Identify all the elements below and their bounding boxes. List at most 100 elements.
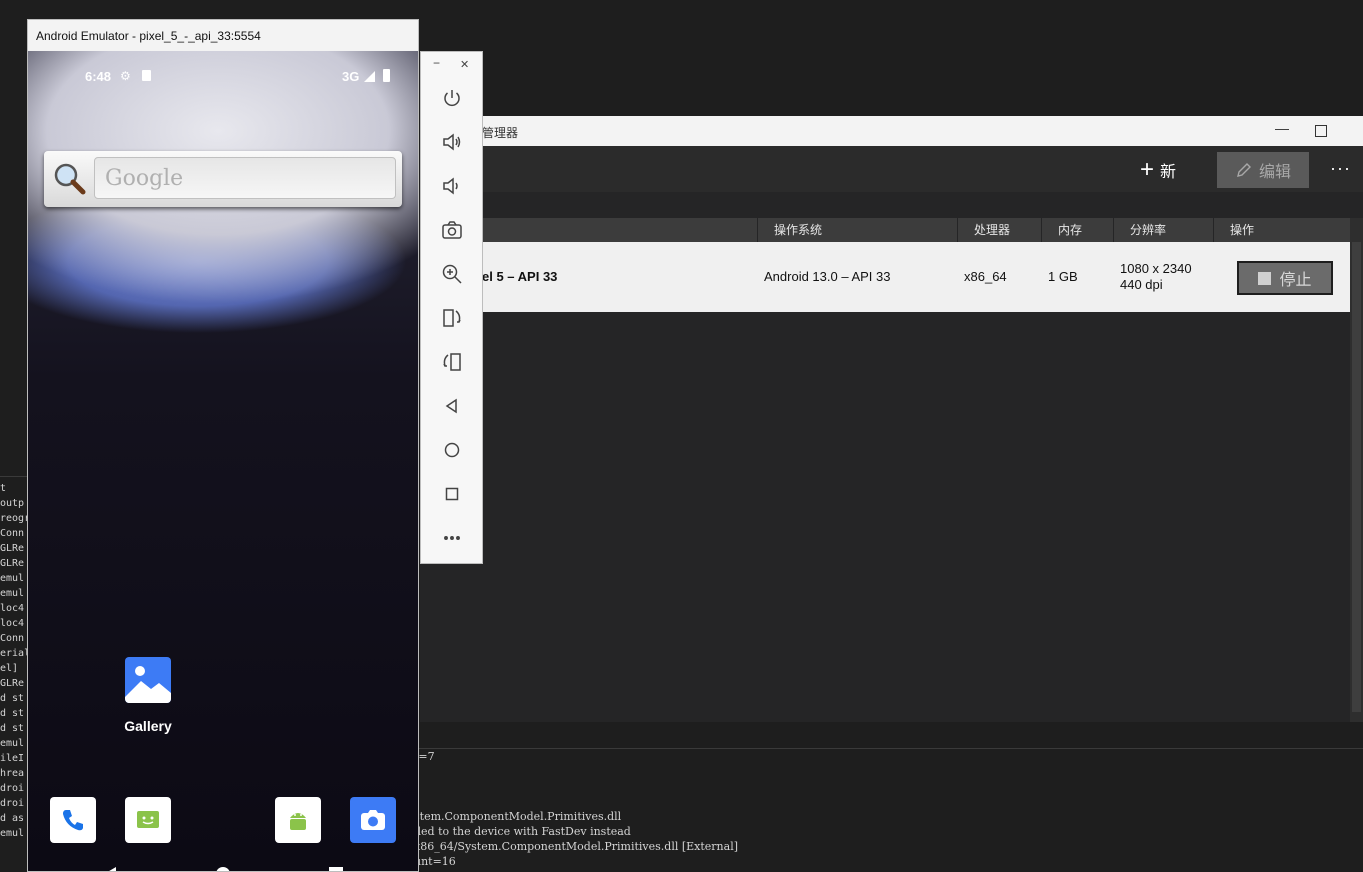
- output-line: emul: [0, 738, 25, 749]
- volume-down-button[interactable]: [437, 171, 467, 201]
- status-time: 6:48: [85, 69, 112, 84]
- gallery-icon: [125, 666, 171, 703]
- camera-icon: [442, 221, 462, 239]
- status-network: 3G: [342, 69, 360, 84]
- device-manager-toolbar: + 新 编辑 ···: [420, 146, 1363, 192]
- camera-app-glyph-icon: [361, 810, 385, 830]
- more-icon: [444, 536, 460, 540]
- output-line: emul: [0, 588, 25, 599]
- phone-app-icon[interactable]: [50, 797, 96, 843]
- phone-icon: [63, 810, 83, 831]
- device-manager-titlebar: 管理器 —: [420, 116, 1363, 146]
- output-line: el]: [0, 663, 19, 674]
- phone-screen[interactable]: 6:48 ⚙ 3G Google Gallery: [28, 51, 418, 871]
- back-button[interactable]: [437, 391, 467, 421]
- camera-app-icon[interactable]: [350, 797, 396, 843]
- settings-status-icon: ⚙: [120, 69, 131, 83]
- output-line: Conn: [0, 633, 25, 644]
- stop-label: 停止: [1279, 272, 1312, 289]
- emulator-titlebar: Android Emulator - pixel_5_-_api_33:5554: [28, 20, 418, 51]
- output-line: erial: [0, 648, 28, 659]
- new-device-button[interactable]: + 新: [1140, 156, 1176, 184]
- new-label: 新: [1160, 164, 1177, 181]
- output-line: d st: [0, 708, 25, 719]
- home-icon: [444, 442, 460, 458]
- device-name: el 5 – API 33: [482, 269, 558, 284]
- volume-up-button[interactable]: [437, 127, 467, 157]
- volume-down-icon: [443, 177, 458, 195]
- battery-icon: [383, 69, 390, 82]
- column-memory[interactable]: 内存: [1041, 218, 1113, 242]
- output-log: t=7 stem.ComponentModel.Primitives.dll ded…: [414, 748, 1363, 872]
- output-line: loc4: [0, 603, 25, 614]
- edit-device-button[interactable]: 编辑: [1217, 152, 1309, 188]
- messages-icon: [137, 811, 159, 828]
- messages-app-icon[interactable]: [125, 797, 171, 843]
- output-line: GLRe: [0, 543, 25, 554]
- column-actions[interactable]: 操作: [1213, 218, 1350, 242]
- device-cpu: x86_64: [964, 269, 1007, 284]
- output-line: GLRe: [0, 558, 25, 569]
- nav-overview-icon[interactable]: [329, 867, 343, 871]
- output-line: unt=16: [414, 855, 456, 868]
- output-line: x86_64/System.ComponentModel.Primitives.…: [414, 840, 739, 853]
- output-line: stem.ComponentModel.Primitives.dll: [414, 810, 622, 823]
- rotate-left-button[interactable]: [437, 303, 467, 333]
- output-line: GLRe: [0, 678, 25, 689]
- zoom-icon: [442, 264, 462, 284]
- navigation-bar: [28, 859, 418, 871]
- device-table-header: 操作系统 处理器 内存 分辨率 操作: [420, 218, 1350, 242]
- scrollbar-thumb[interactable]: [1352, 242, 1361, 712]
- android-icon: [290, 813, 306, 830]
- nav-home-icon[interactable]: [216, 867, 230, 871]
- output-line: t: [0, 483, 7, 494]
- output-line: d as: [0, 813, 25, 824]
- window-title: 管理器: [482, 126, 519, 140]
- stop-button[interactable]: 停止: [1237, 261, 1333, 295]
- toolbar-close-button[interactable]: ✕: [460, 58, 469, 71]
- rotate-right-button[interactable]: [437, 347, 467, 377]
- output-line: d st: [0, 693, 25, 704]
- output-line: outp: [0, 498, 25, 509]
- search-icon: [54, 163, 86, 195]
- power-icon: [444, 90, 460, 107]
- table-row[interactable]: el 5 – API 33 Android 13.0 – API 33 x86_…: [420, 242, 1350, 312]
- gallery-label: Gallery: [124, 718, 172, 734]
- output-line: hrea: [0, 768, 25, 779]
- android-app-icon[interactable]: [275, 797, 321, 843]
- rotate-right-icon: [443, 353, 461, 371]
- column-os[interactable]: 操作系统: [757, 218, 957, 242]
- overview-button[interactable]: [437, 479, 467, 509]
- zoom-button[interactable]: [437, 259, 467, 289]
- toolbar-minimize-button[interactable]: −: [433, 56, 440, 70]
- output-line: emul: [0, 573, 25, 584]
- home-button[interactable]: [437, 435, 467, 465]
- google-search-widget[interactable]: Google: [44, 151, 402, 207]
- column-resolution[interactable]: 分辨率: [1113, 218, 1213, 242]
- overview-icon: [445, 487, 459, 501]
- screenshot-button[interactable]: [437, 215, 467, 245]
- device-dpi: 440 dpi: [1120, 277, 1163, 292]
- search-input[interactable]: Google: [94, 157, 396, 199]
- output-line: droi: [0, 783, 25, 794]
- device-memory: 1 GB: [1048, 269, 1078, 284]
- maximize-button[interactable]: [1315, 125, 1327, 137]
- output-line: reogr: [0, 513, 28, 524]
- more-button[interactable]: [437, 523, 467, 553]
- volume-up-icon: [443, 133, 461, 151]
- output-line: ded to the device with FastDev instead: [414, 825, 631, 838]
- gallery-app-icon[interactable]: [125, 657, 171, 703]
- nav-back-icon[interactable]: [104, 867, 116, 871]
- more-options-button[interactable]: ···: [1330, 158, 1351, 179]
- device-os: Android 13.0 – API 33: [764, 269, 891, 284]
- output-line: emul: [0, 828, 25, 839]
- plus-icon: +: [1140, 156, 1155, 183]
- output-line: Conn: [0, 528, 25, 539]
- pencil-icon: [1237, 163, 1251, 177]
- sd-card-icon: [142, 70, 151, 81]
- output-line: droi: [0, 798, 25, 809]
- minimize-button[interactable]: —: [1272, 120, 1292, 140]
- column-cpu[interactable]: 处理器: [957, 218, 1041, 242]
- output-left-strip: t outp reogr Conn GLRe GLRe emul emul loc4 loc4 C…: [0, 476, 28, 872]
- power-button[interactable]: [437, 83, 467, 113]
